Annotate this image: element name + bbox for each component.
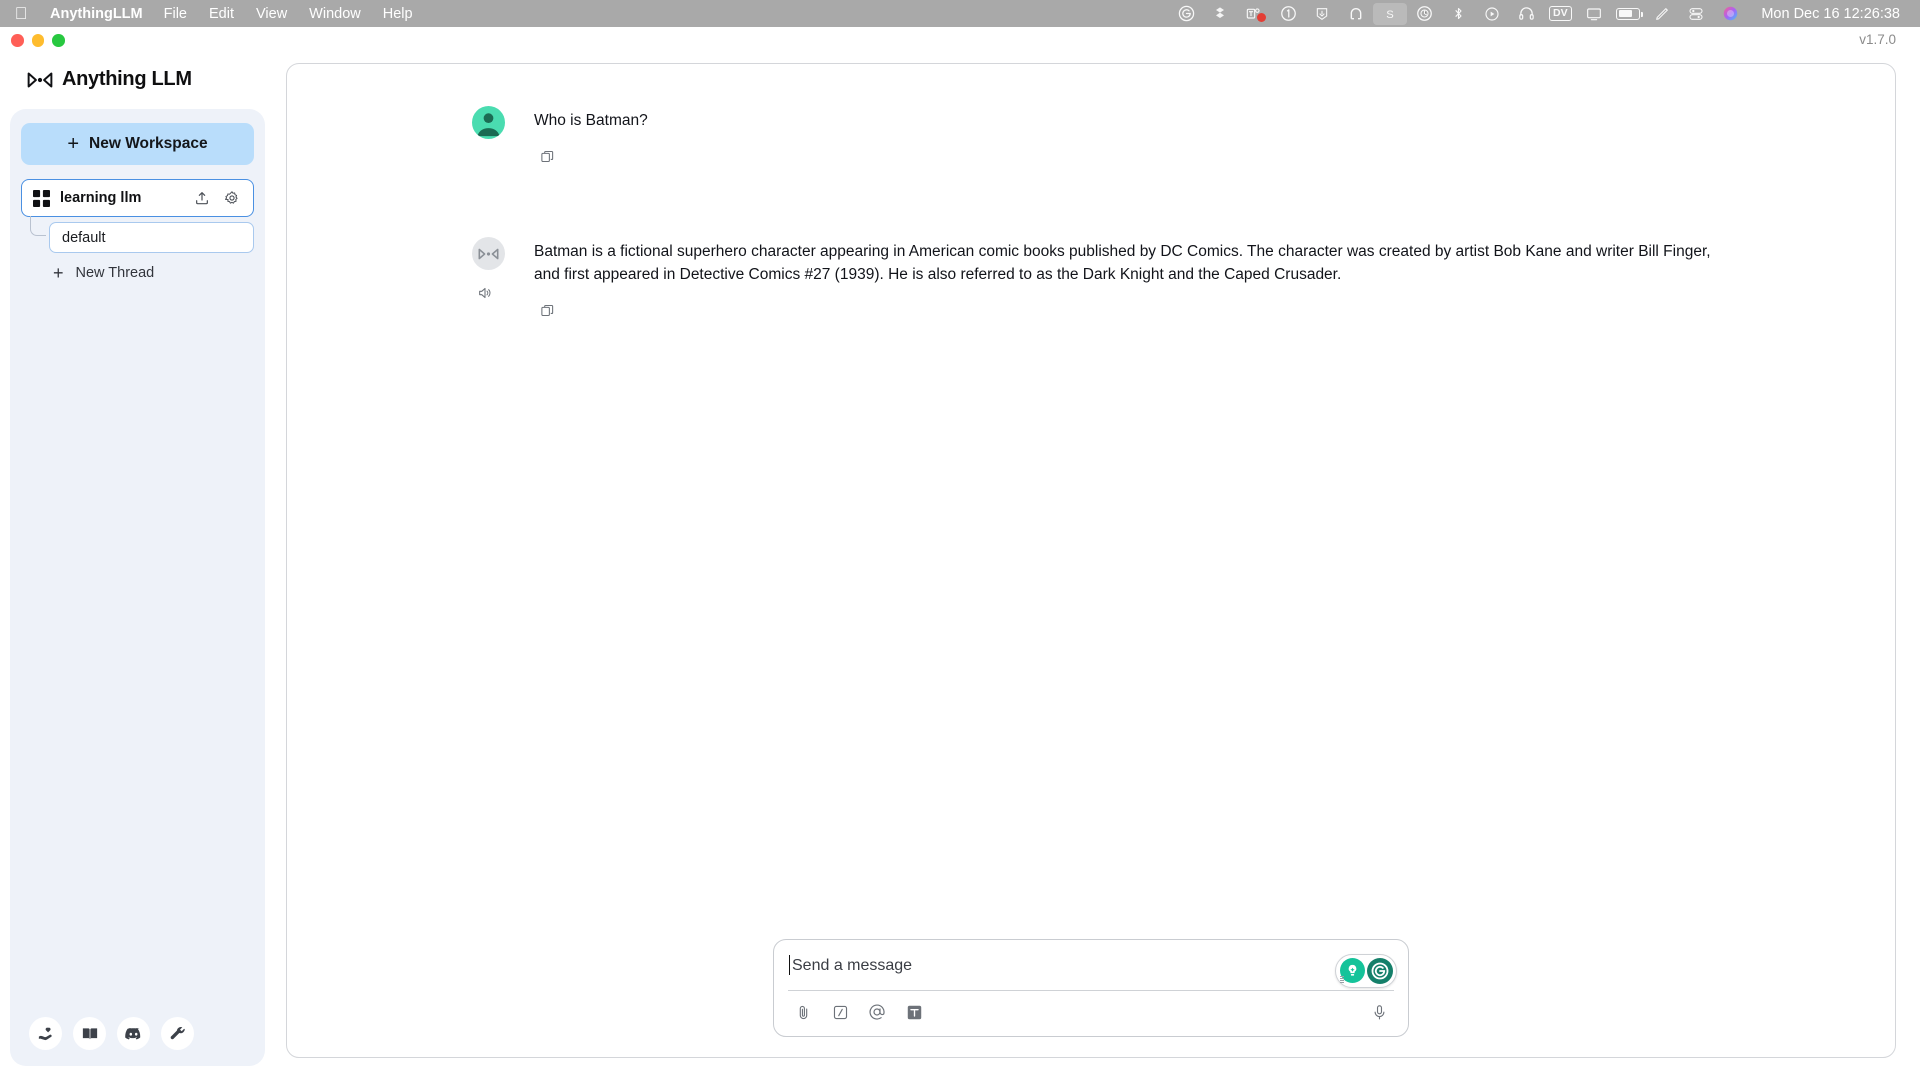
new-workspace-label: New Workspace bbox=[89, 135, 208, 152]
copy-icon[interactable] bbox=[534, 145, 560, 167]
sidebar: Anything LLM + New Workspace learning ll… bbox=[0, 54, 275, 1080]
sidebar-item-workspace-learning-llm[interactable]: learning llm bbox=[21, 179, 254, 217]
gear-icon[interactable] bbox=[222, 188, 242, 208]
plus-icon: + bbox=[53, 263, 64, 283]
avatar-column bbox=[472, 237, 534, 321]
new-thread-label: New Thread bbox=[75, 265, 155, 281]
app-version-label: v1.7.0 bbox=[1859, 32, 1896, 47]
attachment-paperclip-icon[interactable] bbox=[792, 1001, 814, 1023]
message-actions bbox=[534, 145, 1835, 167]
composer-zone: Send a message bbox=[287, 938, 1895, 1057]
grammarly-icon[interactable] bbox=[1169, 3, 1203, 25]
menu-help[interactable]: Help bbox=[372, 6, 424, 22]
battery-shell bbox=[1616, 7, 1644, 20]
workspace-name: learning llm bbox=[60, 190, 142, 206]
window-titlebar: v1.7.0 bbox=[0, 27, 1920, 54]
dv-icon[interactable]: DV bbox=[1543, 3, 1577, 25]
pencil-icon[interactable] bbox=[1645, 3, 1679, 25]
grammarly-widget[interactable] bbox=[1335, 953, 1397, 988]
message-list: Who is Batman? Batman is a fictional sup… bbox=[287, 64, 1895, 939]
copy-icon[interactable] bbox=[534, 299, 560, 321]
anythingllm-avatar bbox=[472, 237, 505, 271]
new-thread-button[interactable]: + New Thread bbox=[21, 264, 254, 282]
at-mention-icon[interactable] bbox=[866, 1001, 888, 1023]
wrench-icon[interactable] bbox=[161, 1017, 194, 1050]
control-center-icon[interactable] bbox=[1679, 3, 1713, 25]
app-brand-name: Anything LLM bbox=[62, 68, 192, 90]
microsoft-teams-icon[interactable] bbox=[1237, 3, 1271, 25]
close-window-button[interactable] bbox=[11, 34, 24, 47]
menu-file[interactable]: File bbox=[153, 6, 198, 22]
hand-heart-icon[interactable] bbox=[29, 1017, 62, 1050]
notification-badge bbox=[1257, 12, 1267, 22]
sidebar-panel: + New Workspace learning llm default + N… bbox=[10, 109, 265, 1066]
discord-icon[interactable] bbox=[117, 1017, 150, 1050]
bluetooth-icon[interactable] bbox=[1441, 3, 1475, 25]
minimize-window-button[interactable] bbox=[31, 34, 44, 47]
dv-label: DV bbox=[1549, 6, 1572, 21]
app-window: v1.7.0 Anything LLM + New Workspace lear… bbox=[0, 27, 1920, 1080]
app-brand: Anything LLM bbox=[10, 54, 265, 109]
menu-view[interactable]: View bbox=[245, 6, 298, 22]
user-avatar bbox=[472, 106, 505, 139]
chat-card: Who is Batman? Batman is a fictional sup… bbox=[286, 63, 1896, 1058]
new-workspace-button[interactable]: + New Workspace bbox=[21, 123, 254, 165]
upload-icon[interactable] bbox=[192, 188, 212, 208]
composer-input-row[interactable]: Send a message bbox=[774, 940, 1408, 990]
dropbox-icon[interactable] bbox=[1203, 3, 1237, 25]
anythingllm-logo-icon bbox=[27, 70, 53, 90]
menubar-clock[interactable]: Mon Dec 16 12:26:38 bbox=[1747, 6, 1910, 22]
traffic-light-controls bbox=[11, 34, 65, 47]
chat-message-user: Who is Batman? bbox=[287, 106, 1895, 167]
menubar-app-name[interactable]: AnythingLLM bbox=[40, 6, 153, 22]
microphone-icon[interactable] bbox=[1368, 1001, 1390, 1023]
svg-text:S: S bbox=[1387, 8, 1395, 20]
display-icon[interactable] bbox=[1577, 3, 1611, 25]
message-actions bbox=[534, 299, 1835, 321]
book-icon[interactable] bbox=[73, 1017, 106, 1050]
plus-icon: + bbox=[67, 133, 80, 155]
macos-menubar:  AnythingLLM File Edit View Window Help… bbox=[0, 0, 1920, 27]
composer-toolbar bbox=[774, 991, 1408, 1036]
message-text: Batman is a fictional superhero characte… bbox=[534, 243, 1711, 283]
apple-logo-icon[interactable]:  bbox=[10, 4, 32, 24]
message-composer: Send a message bbox=[773, 938, 1409, 1037]
playback-icon[interactable] bbox=[1475, 3, 1509, 25]
1password-icon[interactable] bbox=[1271, 3, 1305, 25]
message-text: Who is Batman? bbox=[534, 112, 648, 129]
text-size-icon[interactable] bbox=[903, 1001, 925, 1023]
thread-list: default bbox=[21, 216, 254, 253]
grammarly-logo-icon[interactable] bbox=[1366, 957, 1393, 984]
thread-item-default[interactable]: default bbox=[49, 222, 254, 253]
chat-message-assistant: Batman is a fictional superhero characte… bbox=[287, 237, 1895, 321]
menu-edit[interactable]: Edit bbox=[198, 6, 245, 22]
maximize-window-button[interactable] bbox=[52, 34, 65, 47]
headphones-icon[interactable] bbox=[1509, 3, 1543, 25]
grammarly-drag-handle-icon[interactable] bbox=[1340, 975, 1344, 983]
time-machine-icon[interactable] bbox=[1407, 3, 1441, 25]
main-chat-area: Who is Batman? Batman is a fictional sup… bbox=[275, 54, 1920, 1080]
slash-command-icon[interactable] bbox=[829, 1001, 851, 1023]
battery-icon[interactable] bbox=[1611, 3, 1645, 25]
message-body: Batman is a fictional superhero characte… bbox=[534, 237, 1835, 321]
message-input-placeholder: Send a message bbox=[789, 954, 912, 975]
text-caret bbox=[789, 954, 791, 975]
menubar-tray: S DV bbox=[1169, 2, 1747, 25]
app-body: Anything LLM + New Workspace learning ll… bbox=[0, 54, 1920, 1080]
avatar-column bbox=[472, 106, 534, 167]
message-body: Who is Batman? bbox=[534, 106, 1835, 167]
sidebar-footer bbox=[21, 1017, 254, 1054]
magnet-icon[interactable] bbox=[1339, 3, 1373, 25]
shottr-icon[interactable]: S bbox=[1373, 2, 1408, 25]
hidden-bar-icon[interactable] bbox=[1305, 3, 1339, 25]
thread-name: default bbox=[62, 229, 106, 246]
menu-window[interactable]: Window bbox=[298, 6, 372, 22]
grid-squares-icon bbox=[33, 189, 50, 207]
siri-icon[interactable] bbox=[1713, 3, 1747, 25]
thread-elbow-connector bbox=[30, 216, 46, 236]
speaker-icon[interactable] bbox=[472, 282, 498, 304]
